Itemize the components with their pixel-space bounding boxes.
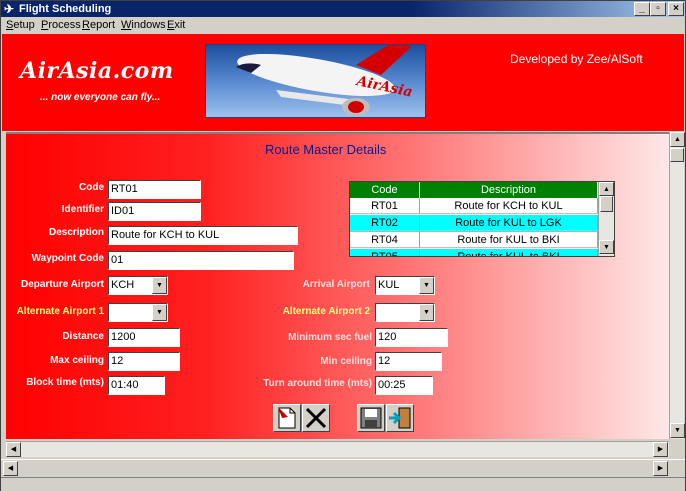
menu-bar: Setup Process Report Windows Exit <box>1 17 685 33</box>
arrival-value: KUL <box>378 279 400 291</box>
save-button[interactable] <box>357 404 385 432</box>
max-ceiling-field[interactable]: 12 <box>108 352 180 371</box>
scroll-left-icon[interactable]: ◀ <box>6 442 21 457</box>
identifier-field[interactable]: ID01 <box>108 202 201 221</box>
alternate2-combo[interactable]: ▼ <box>375 303 435 322</box>
grid-cell-description[interactable]: Route for KUL to LGK <box>420 215 598 231</box>
menu-process[interactable]: Process <box>41 17 81 33</box>
scroll-down-icon[interactable]: ▼ <box>599 240 614 254</box>
chevron-down-icon[interactable]: ▼ <box>152 277 167 294</box>
new-document-icon <box>278 407 296 429</box>
identifier-label: Identifier <box>61 204 104 215</box>
scroll-left-icon[interactable]: ◀ <box>3 461 18 476</box>
code-field[interactable]: RT01 <box>108 180 201 199</box>
bottom-scroll-area[interactable]: ◀ ▶ <box>1 459 685 477</box>
form-horizontal-scrollbar[interactable]: ◀ ▶ <box>6 441 669 457</box>
minimize-button[interactable]: _ <box>634 2 650 16</box>
code-label: Code <box>79 182 104 193</box>
grid-cell-description[interactable]: Route for KCH to KUL <box>420 198 598 214</box>
grid-cell-code[interactable]: RT01 <box>350 198 420 214</box>
turnaround-label: Turn around time (mts) <box>263 378 372 389</box>
block-time-label: Block time (mts) <box>26 377 104 388</box>
chevron-down-icon[interactable]: ▼ <box>419 277 434 294</box>
alternate2-label: Alternate Airport 2 <box>282 306 370 317</box>
menu-exit[interactable]: Exit <box>167 17 185 33</box>
tagline: ... now everyone can fly... <box>40 92 161 103</box>
grid-cell-code[interactable]: RT05 <box>350 249 420 256</box>
close-button[interactable]: × <box>668 2 684 16</box>
delete-x-icon <box>305 407 327 429</box>
alternate1-label: Alternate Airport 1 <box>16 306 104 317</box>
table-row[interactable]: RT04 Route for KUL to BKI <box>350 232 598 249</box>
title-bar[interactable]: ✈ Flight Scheduling _ ▫ × <box>1 1 685 17</box>
description-field[interactable]: Route for KCH to KUL <box>108 226 298 245</box>
distance-field[interactable]: 1200 <box>108 328 180 347</box>
table-row[interactable]: RT05 Route for KUL to BKI <box>350 249 598 256</box>
grid-cell-description[interactable]: Route for KUL to BKI <box>420 232 598 248</box>
waypoint-label: Waypoint Code <box>31 253 104 264</box>
aircraft-image: AirAsia <box>236 45 414 116</box>
developer-credit: Developed by Zee/AlSoft <box>510 52 643 66</box>
maximize-button[interactable]: ▫ <box>650 2 666 16</box>
airasia-logo: AirAsia.com <box>20 58 174 84</box>
menu-windows[interactable]: Windows <box>121 17 166 33</box>
airplane-icon: ✈ <box>4 2 15 16</box>
block-time-field[interactable]: 01:40 <box>108 376 165 395</box>
form-vertical-scrollbar[interactable]: ▲ ▼ <box>669 132 685 439</box>
description-label: Description <box>48 227 104 238</box>
form-vscroll-thumb[interactable] <box>670 148 684 162</box>
scroll-right-icon[interactable]: ▶ <box>653 461 668 476</box>
grid-cell-code[interactable]: RT04 <box>350 232 420 248</box>
banner: AirAsia.com ... now everyone can fly... … <box>2 34 684 131</box>
grid-scrollbar[interactable]: ▲ ▼ <box>598 182 614 256</box>
new-button[interactable] <box>273 404 301 432</box>
departure-value: KCH <box>111 279 135 291</box>
grid-header-code[interactable]: Code <box>350 182 420 198</box>
form-title: Route Master Details <box>265 142 387 157</box>
max-ceiling-label: Max ceiling <box>50 355 104 366</box>
menu-report[interactable]: Report <box>82 17 115 33</box>
route-master-form: Route Master Details Code RT01 Identifie… <box>6 132 669 439</box>
grid-cell-description[interactable]: Route for KUL to BKI <box>420 249 598 256</box>
window-title: Flight Scheduling <box>19 3 112 15</box>
departure-combo[interactable]: KCH ▼ <box>108 276 168 295</box>
menu-setup[interactable]: Setup <box>6 17 35 33</box>
routes-grid[interactable]: Code Description RT01 Route for KCH to KU… <box>349 181 615 257</box>
min-ceiling-field[interactable]: 12 <box>375 352 442 371</box>
alternate1-combo[interactable]: ▼ <box>108 303 168 322</box>
status-bar <box>1 477 685 491</box>
save-disk-icon <box>360 407 382 429</box>
grid-cell-code[interactable]: RT02 <box>350 215 420 231</box>
turnaround-field[interactable]: 00:25 <box>375 376 433 395</box>
application-window: ✈ Flight Scheduling _ ▫ × Setup Process … <box>0 0 686 491</box>
min-sec-fuel-label: Minimum sec fuel <box>288 332 372 343</box>
min-sec-fuel-field[interactable]: 120 <box>375 328 448 347</box>
departure-label: Departure Airport <box>21 279 104 290</box>
waypoint-field[interactable]: 01 <box>108 251 294 270</box>
chevron-down-icon[interactable]: ▼ <box>419 304 434 321</box>
scroll-right-icon[interactable]: ▶ <box>653 442 668 457</box>
aircraft-photo: AirAsia <box>205 44 426 118</box>
arrival-combo[interactable]: KUL ▼ <box>375 276 435 295</box>
grid-scroll-thumb[interactable] <box>600 196 613 212</box>
scroll-up-icon[interactable]: ▲ <box>670 132 685 147</box>
delete-button[interactable] <box>302 404 330 432</box>
chevron-down-icon[interactable]: ▼ <box>152 304 167 321</box>
table-row[interactable]: RT01 Route for KCH to KUL <box>350 198 598 215</box>
min-ceiling-label: Min ceiling <box>320 356 372 367</box>
distance-label: Distance <box>62 331 104 342</box>
scroll-up-icon[interactable]: ▲ <box>599 182 614 196</box>
exit-button[interactable] <box>386 404 414 432</box>
aircraft-livery-text: AirAsia <box>353 73 414 101</box>
grid-header-description[interactable]: Description <box>420 182 598 198</box>
scroll-down-icon[interactable]: ▼ <box>670 423 685 438</box>
arrival-label: Arrival Airport <box>302 279 370 290</box>
exit-door-icon <box>389 407 411 429</box>
table-row[interactable]: RT02 Route for KUL to LGK <box>350 215 598 232</box>
